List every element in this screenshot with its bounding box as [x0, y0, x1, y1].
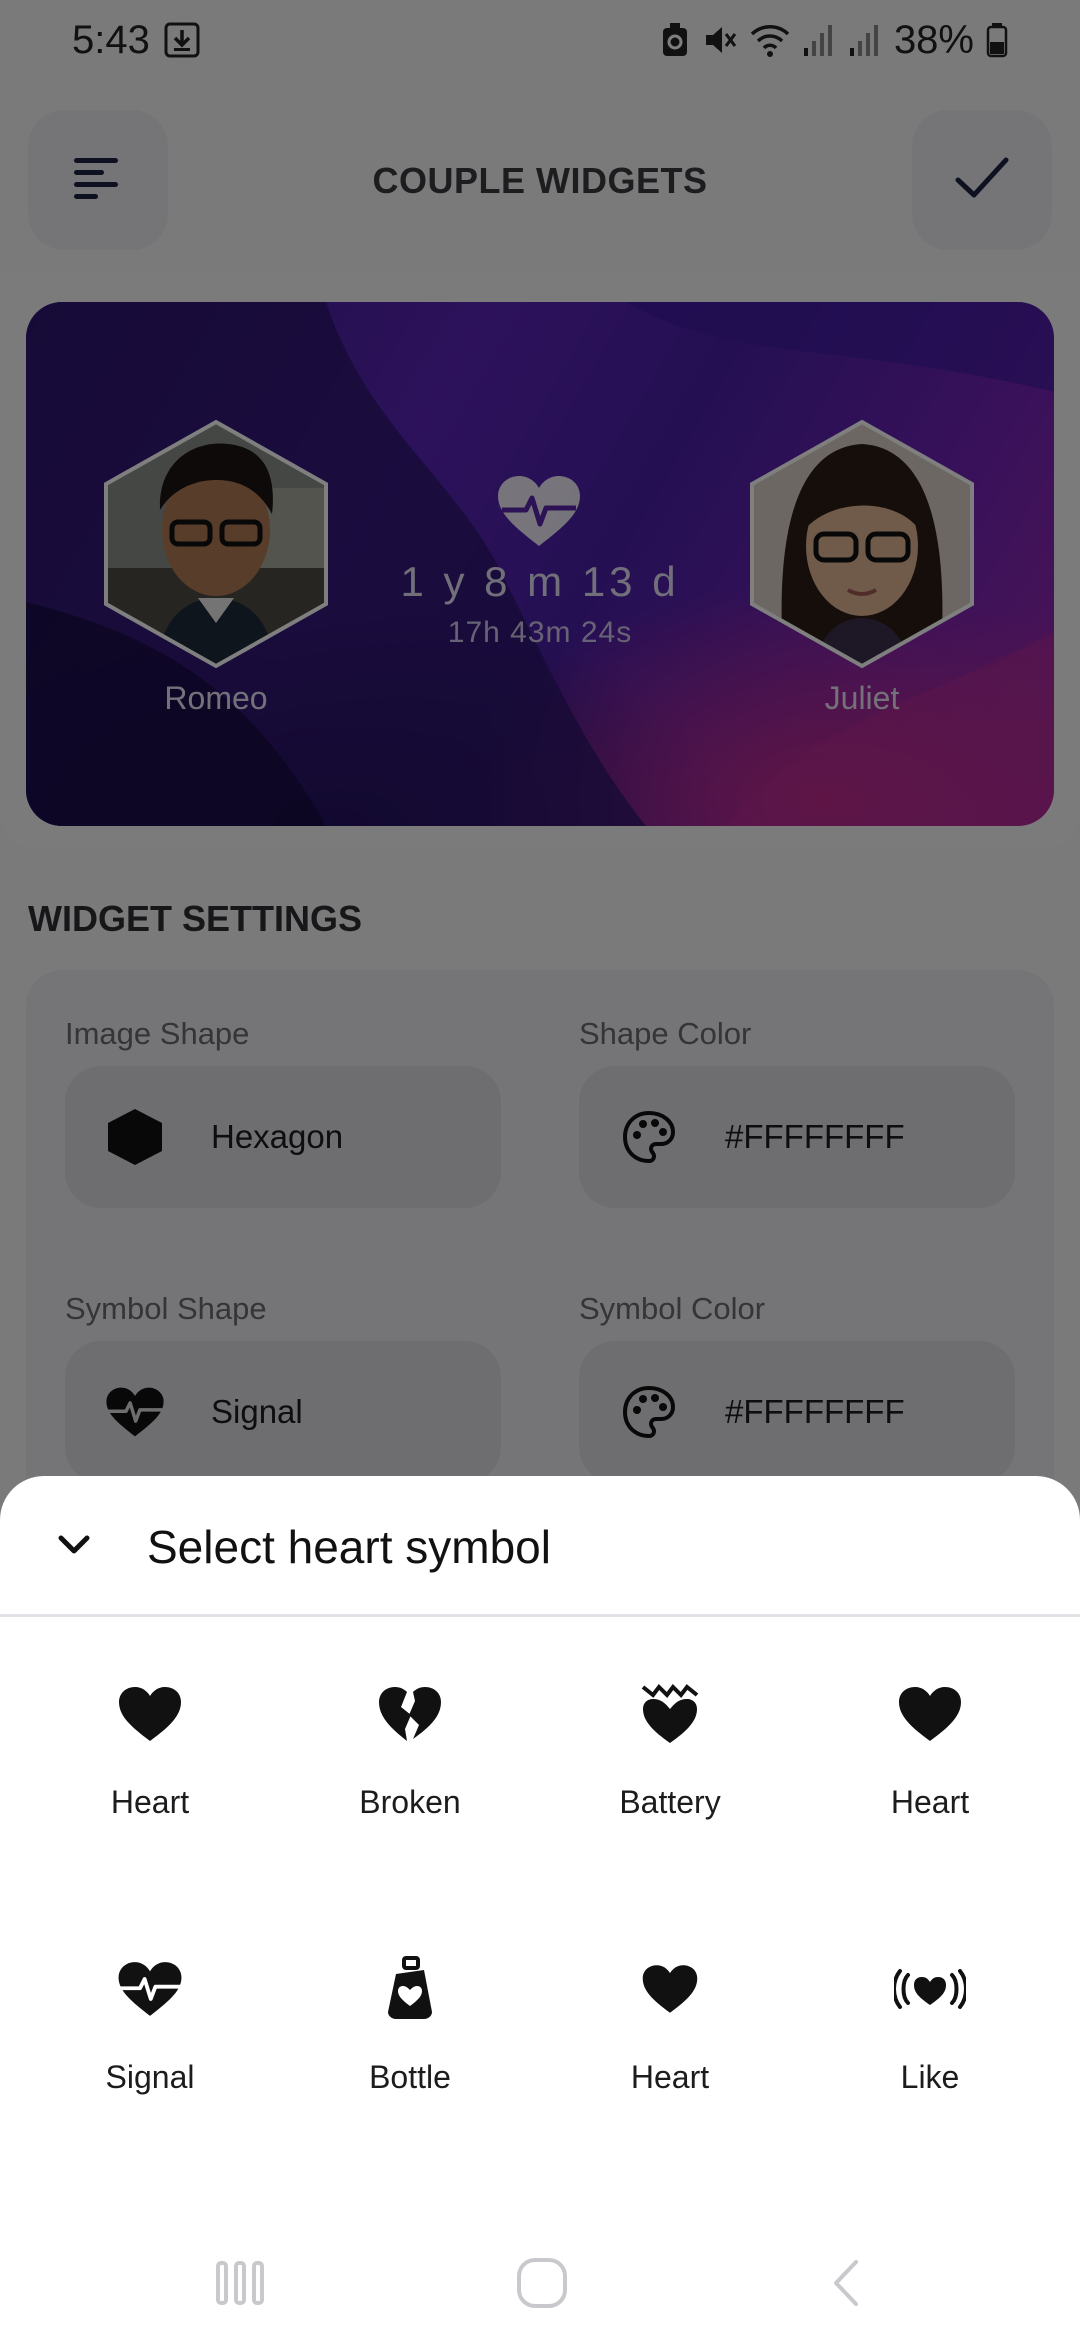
symbol-picker-sheet: Select heart symbol Heart Broken Battery: [0, 1476, 1080, 2340]
back-button[interactable]: [806, 2250, 886, 2320]
symbol-label: Bottle: [369, 2059, 451, 2095]
recent-apps-button[interactable]: [200, 2250, 280, 2320]
broken-heart-icon: [370, 1674, 450, 1754]
system-nav-bar: [0, 2230, 1080, 2340]
symbol-label: Like: [900, 2059, 960, 2095]
symbol-option-signal[interactable]: Signal: [20, 1939, 280, 2214]
symbol-grid: Heart Broken Battery Heart Signal Bottle…: [20, 1664, 1060, 2214]
symbol-option-heart[interactable]: Heart: [20, 1664, 280, 1939]
heart-pulse-icon: [110, 1949, 190, 2029]
heart-icon: [110, 1674, 190, 1754]
symbol-option-battery[interactable]: Battery: [540, 1664, 800, 1939]
battery-heart-icon: [630, 1674, 710, 1754]
home-icon: [515, 2256, 569, 2315]
symbol-label: Heart: [630, 2059, 710, 2095]
heart-icon: [630, 1949, 710, 2029]
symbol-option-like[interactable]: Like: [800, 1939, 1060, 2214]
like-heart-icon: [890, 1949, 970, 2029]
home-button[interactable]: [502, 2250, 582, 2320]
sheet-divider: [0, 1614, 1080, 1617]
bottle-heart-icon: [370, 1949, 450, 2029]
symbol-label: Battery: [619, 1784, 721, 1820]
back-icon: [826, 2256, 866, 2315]
sheet-header: Select heart symbol: [0, 1476, 1080, 1616]
symbol-label: Heart: [110, 1784, 190, 1820]
collapse-button[interactable]: [44, 1516, 104, 1576]
symbol-option-heart[interactable]: Heart: [540, 1939, 800, 2214]
symbol-label: Broken: [359, 1784, 461, 1820]
recent-apps-icon: [214, 2259, 266, 2312]
heart-icon: [890, 1674, 970, 1754]
sheet-title: Select heart symbol: [147, 1521, 551, 1573]
symbol-option-broken[interactable]: Broken: [280, 1664, 540, 1939]
chevron-down-icon: [56, 1532, 92, 1561]
symbol-label: Heart: [890, 1784, 970, 1820]
symbol-option-heart[interactable]: Heart: [800, 1664, 1060, 1939]
symbol-option-bottle[interactable]: Bottle: [280, 1939, 540, 2214]
symbol-label: Signal: [105, 2059, 195, 2095]
